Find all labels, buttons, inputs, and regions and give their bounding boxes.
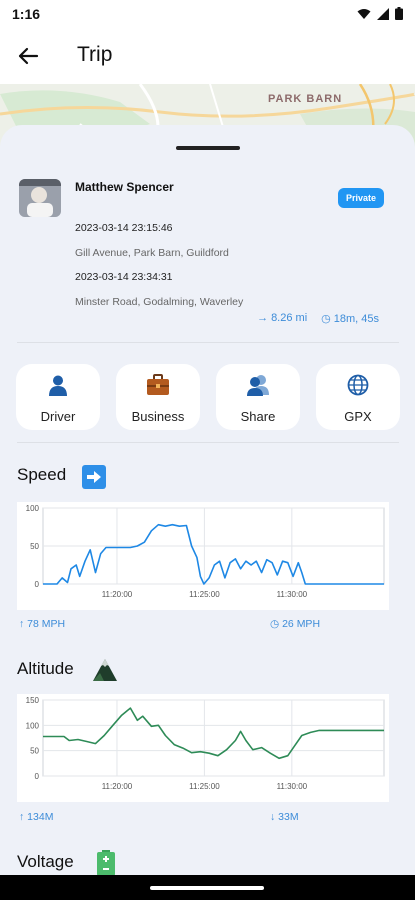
altitude-x-tick-label: 11:20:00 xyxy=(102,782,133,791)
status-bar: 1:16 xyxy=(0,0,415,28)
avg-speed: ◷ 26 MPH xyxy=(270,618,320,630)
right-arrow-icon xyxy=(82,465,106,489)
system-nav-bar xyxy=(0,875,415,900)
driver-name: Matthew Spencer xyxy=(75,180,174,194)
business-button[interactable]: Business xyxy=(116,364,200,430)
globe-icon xyxy=(316,374,400,396)
divider xyxy=(17,342,399,343)
page-title: Trip xyxy=(77,43,113,66)
status-time: 1:16 xyxy=(12,6,41,22)
speed-chart: 0 50 100 11:20:00 11:25:00 11:30:00 xyxy=(17,502,389,610)
trip-details-sheet: Matthew Spencer Private 2023-03-14 23:15… xyxy=(0,125,415,885)
altitude-x-tick-label: 11:30:00 xyxy=(277,782,308,791)
back-button[interactable] xyxy=(14,42,44,70)
briefcase-icon xyxy=(116,374,200,396)
altitude-y-tick-label: 50 xyxy=(30,747,39,756)
speed-chart-svg: 0 50 100 11:20:00 11:25:00 11:30:00 xyxy=(26,504,385,599)
max-altitude-value: 134M xyxy=(27,811,54,823)
speed-x-tick-label: 11:25:00 xyxy=(189,590,220,599)
clock-icon: ◷ xyxy=(270,618,283,630)
clock-icon: ◷ xyxy=(321,313,331,325)
driver-button[interactable]: Driver xyxy=(16,364,100,430)
avg-speed-value: 26 MPH xyxy=(282,618,321,630)
gpx-button-label: GPX xyxy=(344,409,372,424)
speed-title: Speed xyxy=(17,465,67,484)
battery-icon xyxy=(395,7,403,20)
start-time: 2023-03-14 23:15:46 xyxy=(75,222,173,234)
altitude-y-tick-label: 150 xyxy=(26,696,40,705)
end-address: Minster Road, Godalming, Waverley xyxy=(75,296,244,308)
altitude-y-tick-label: 100 xyxy=(26,721,40,730)
app-bar: Trip xyxy=(0,28,415,84)
distance-value: 8.26 mi xyxy=(271,312,308,324)
speed-y-tick-label: 100 xyxy=(26,504,40,513)
min-altitude-value: 33M xyxy=(278,811,299,823)
gpx-button[interactable]: GPX xyxy=(316,364,400,430)
action-buttons: Driver Business Share GPX xyxy=(16,364,400,430)
mountain-icon xyxy=(93,659,117,681)
home-gesture-pill[interactable] xyxy=(150,886,264,890)
min-altitude: ↓ 33M xyxy=(270,811,299,823)
avatar-image xyxy=(19,179,61,217)
divider xyxy=(17,442,399,443)
altitude-x-tick-label: 11:25:00 xyxy=(189,782,220,791)
distance-stat: → 8.26 mi xyxy=(257,312,307,325)
end-time: 2023-03-14 23:34:31 xyxy=(75,271,173,283)
avatar xyxy=(19,179,61,217)
trip-stats: → 8.26 mi ◷ 18m, 45s xyxy=(257,312,379,325)
distance-arrow-icon: → xyxy=(257,312,269,324)
duration-stat: ◷ 18m, 45s xyxy=(321,312,379,325)
signal-icon xyxy=(377,7,389,20)
max-altitude: ↑ 134M xyxy=(19,811,53,823)
sheet-drag-handle[interactable] xyxy=(176,146,240,150)
speed-x-tick-label: 11:30:00 xyxy=(277,590,308,599)
up-arrow-icon: ↑ xyxy=(19,811,28,823)
wifi-icon xyxy=(357,8,371,19)
business-button-label: Business xyxy=(131,409,185,424)
driver-button-label: Driver xyxy=(40,409,76,424)
speed-y-tick-label: 50 xyxy=(30,542,39,551)
up-arrow-icon: ↑ xyxy=(19,618,28,630)
altitude-chart: 0 50 100 150 11:20:00 11:25:00 11:30:00 xyxy=(17,694,389,802)
altitude-title: Altitude xyxy=(17,659,74,678)
battery-level-icon xyxy=(97,850,115,876)
share-button-label: Share xyxy=(240,409,276,424)
speed-y-tick-label: 0 xyxy=(35,580,40,589)
altitude-plot-frame xyxy=(42,699,385,777)
privacy-badge[interactable]: Private xyxy=(338,188,384,208)
map-place-label: PARK BARN xyxy=(268,93,343,105)
share-button[interactable]: Share xyxy=(216,364,300,430)
voltage-title: Voltage xyxy=(17,852,74,871)
speed-x-tick-label: 11:20:00 xyxy=(102,590,133,599)
max-speed-value: 78 MPH xyxy=(27,618,66,630)
speed-series-line xyxy=(43,523,384,585)
start-address: Gill Avenue, Park Barn, Guildford xyxy=(75,247,229,259)
altitude-y-tick-label: 0 xyxy=(35,772,40,781)
max-speed: ↑ 78 MPH xyxy=(19,618,65,630)
altitude-chart-svg: 0 50 100 150 11:20:00 11:25:00 11:30:00 xyxy=(26,696,385,791)
person-icon xyxy=(16,374,100,396)
status-icons xyxy=(357,7,403,20)
share-people-icon xyxy=(216,374,300,396)
duration-value: 18m, 45s xyxy=(333,313,379,325)
back-arrow-icon xyxy=(18,47,39,65)
down-arrow-icon: ↓ xyxy=(270,811,279,823)
